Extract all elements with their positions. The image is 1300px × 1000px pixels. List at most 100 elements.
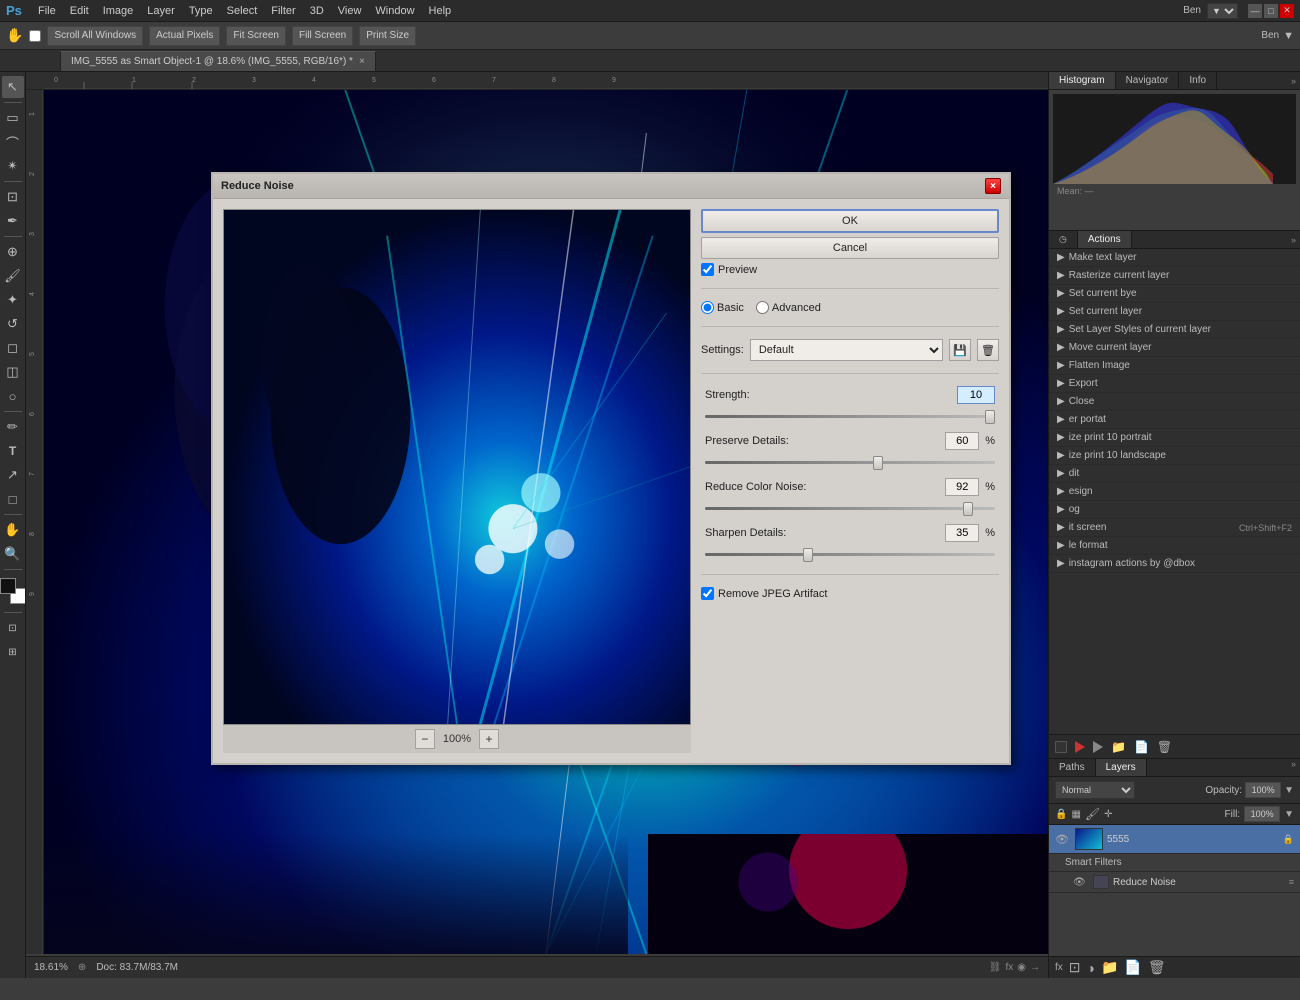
preserve-details-input[interactable]	[945, 432, 979, 450]
basic-radio-label[interactable]: Basic	[701, 301, 744, 314]
scroll-all-windows-button[interactable]: Scroll All Windows	[47, 26, 143, 46]
list-item[interactable]: ▶ ize print 10 landscape	[1049, 447, 1300, 465]
layer-eye-icon[interactable]: 👁	[1073, 877, 1089, 888]
reduce-color-noise-slider[interactable]	[705, 500, 995, 516]
lock-position-btn[interactable]: ✛	[1104, 809, 1112, 820]
opacity-input[interactable]	[1245, 782, 1281, 798]
user-selector[interactable]: ▼	[1207, 3, 1238, 19]
marquee-tool[interactable]: ▭	[2, 107, 24, 129]
layer-fx-button[interactable]: fx	[1055, 962, 1063, 973]
add-mask-btn[interactable]: ⊡	[1069, 959, 1081, 976]
advanced-radio[interactable]	[756, 301, 769, 314]
clone-tool[interactable]: ✦	[2, 289, 24, 311]
path-select-tool[interactable]: ↗	[2, 464, 24, 486]
layer-eye-icon[interactable]: 👁	[1055, 833, 1071, 846]
pen-tool[interactable]: ✏	[2, 416, 24, 438]
tab-histogram[interactable]: Histogram	[1049, 72, 1116, 89]
menu-filter[interactable]: Filter	[265, 3, 301, 19]
list-item[interactable]: ▶ Rasterize current layer	[1049, 267, 1300, 285]
create-group-btn[interactable]: 📁	[1101, 959, 1118, 976]
tab-layers[interactable]: Layers	[1096, 759, 1147, 776]
list-item[interactable]: ▶ Set current bye	[1049, 285, 1300, 303]
eraser-tool[interactable]: ◻	[2, 337, 24, 359]
create-set-btn[interactable]: 📁	[1111, 740, 1126, 754]
move-tool[interactable]: ↖	[2, 76, 24, 98]
delete-settings-btn[interactable]: 🗑	[977, 339, 999, 361]
fill-screen-button[interactable]: Fill Screen	[292, 26, 353, 46]
healing-tool[interactable]: ⊕	[2, 241, 24, 263]
list-item[interactable]: ▶ it screen Ctrl+Shift+F2	[1049, 519, 1300, 537]
lasso-tool[interactable]: ⌒	[2, 131, 24, 153]
crop-tool[interactable]: ⊡	[2, 186, 24, 208]
magic-wand-tool[interactable]: ✴	[2, 155, 24, 177]
menu-layer[interactable]: Layer	[141, 3, 181, 19]
menu-help[interactable]: Help	[423, 3, 458, 19]
cancel-button[interactable]: Cancel	[701, 237, 999, 259]
layer-settings-icon[interactable]: ≡	[1289, 877, 1294, 887]
preview-checkbox[interactable]	[701, 263, 714, 276]
remove-jpeg-label[interactable]: Remove JPEG Artifact	[718, 588, 827, 600]
menu-image[interactable]: Image	[97, 3, 140, 19]
minimize-button[interactable]: —	[1248, 4, 1262, 18]
print-size-button[interactable]: Print Size	[359, 26, 416, 46]
preserve-details-slider[interactable]	[705, 454, 995, 470]
sharpen-details-input[interactable]	[945, 524, 979, 542]
preview-image[interactable]	[223, 209, 691, 725]
fit-screen-button[interactable]: Fit Screen	[226, 26, 286, 46]
brush-tool[interactable]: 🖌	[2, 265, 24, 287]
settings-select[interactable]: Default	[750, 339, 943, 361]
stop-recording-btn[interactable]	[1055, 741, 1067, 753]
basic-radio[interactable]	[701, 301, 714, 314]
shape-tool[interactable]: □	[2, 488, 24, 510]
gradient-tool[interactable]: ◫	[2, 361, 24, 383]
begin-recording-btn[interactable]	[1075, 741, 1085, 753]
ok-button[interactable]: OK	[701, 209, 999, 233]
hand-tool[interactable]: ✋	[2, 519, 24, 541]
list-item[interactable]: ▶ og	[1049, 501, 1300, 519]
close-button[interactable]: ✕	[1280, 4, 1294, 18]
menu-type[interactable]: Type	[183, 3, 219, 19]
strength-slider[interactable]	[705, 408, 995, 424]
list-item[interactable]: ▶ dit	[1049, 465, 1300, 483]
remove-jpeg-checkbox[interactable]	[701, 587, 714, 600]
fg-bg-colors[interactable]	[0, 578, 26, 604]
tab-navigator[interactable]: Navigator	[1116, 72, 1180, 89]
panel-expand-icon[interactable]: »	[1287, 76, 1300, 86]
list-item[interactable]: ▶ le format	[1049, 537, 1300, 555]
lock-image-btn[interactable]: 🖌	[1085, 807, 1100, 821]
list-item[interactable]: ▶ esign	[1049, 483, 1300, 501]
bottom-panel-expand-icon[interactable]: »	[1287, 759, 1300, 776]
menu-select[interactable]: Select	[221, 3, 264, 19]
menu-edit[interactable]: Edit	[64, 3, 95, 19]
menu-window[interactable]: Window	[369, 3, 420, 19]
preview-checkbox-label[interactable]: Preview	[718, 264, 757, 276]
menu-view[interactable]: View	[332, 3, 368, 19]
reduce-color-noise-input[interactable]	[945, 478, 979, 496]
list-item[interactable]: ▶ Make text layer	[1049, 249, 1300, 267]
opacity-arrow[interactable]: ▼	[1284, 785, 1294, 796]
dialog-close-btn[interactable]: ×	[985, 178, 1001, 194]
tab-info[interactable]: Info	[1179, 72, 1217, 89]
actual-pixels-button[interactable]: Actual Pixels	[149, 26, 220, 46]
list-item[interactable]: ▶ Flatten Image	[1049, 357, 1300, 375]
mask-mode[interactable]: ⊡	[2, 617, 24, 639]
table-row[interactable]: Smart Filters	[1049, 854, 1300, 872]
eyedropper-tool[interactable]: ✒	[2, 210, 24, 232]
create-action-btn[interactable]: 📄	[1134, 740, 1149, 754]
list-item[interactable]: ▶ er portat	[1049, 411, 1300, 429]
list-item[interactable]: ▶ Close	[1049, 393, 1300, 411]
tab-history[interactable]: ◷	[1049, 231, 1078, 248]
preview-zoom-in-btn[interactable]: +	[479, 729, 499, 749]
blend-mode-select[interactable]: Normal	[1055, 781, 1135, 799]
table-row[interactable]: 👁 Reduce Noise ≡	[1049, 872, 1300, 893]
strength-input[interactable]	[957, 386, 995, 404]
menu-file[interactable]: File	[32, 3, 62, 19]
fill-input[interactable]: 100%	[1244, 806, 1280, 822]
save-settings-btn[interactable]: 💾	[949, 339, 971, 361]
create-adjustment-btn[interactable]: ◑	[1087, 960, 1095, 976]
dodge-tool[interactable]: ○	[2, 385, 24, 407]
screen-mode[interactable]: ⊞	[2, 641, 24, 663]
history-brush[interactable]: ↺	[2, 313, 24, 335]
tab-actions[interactable]: Actions	[1078, 231, 1132, 248]
restore-button[interactable]: □	[1264, 4, 1278, 18]
